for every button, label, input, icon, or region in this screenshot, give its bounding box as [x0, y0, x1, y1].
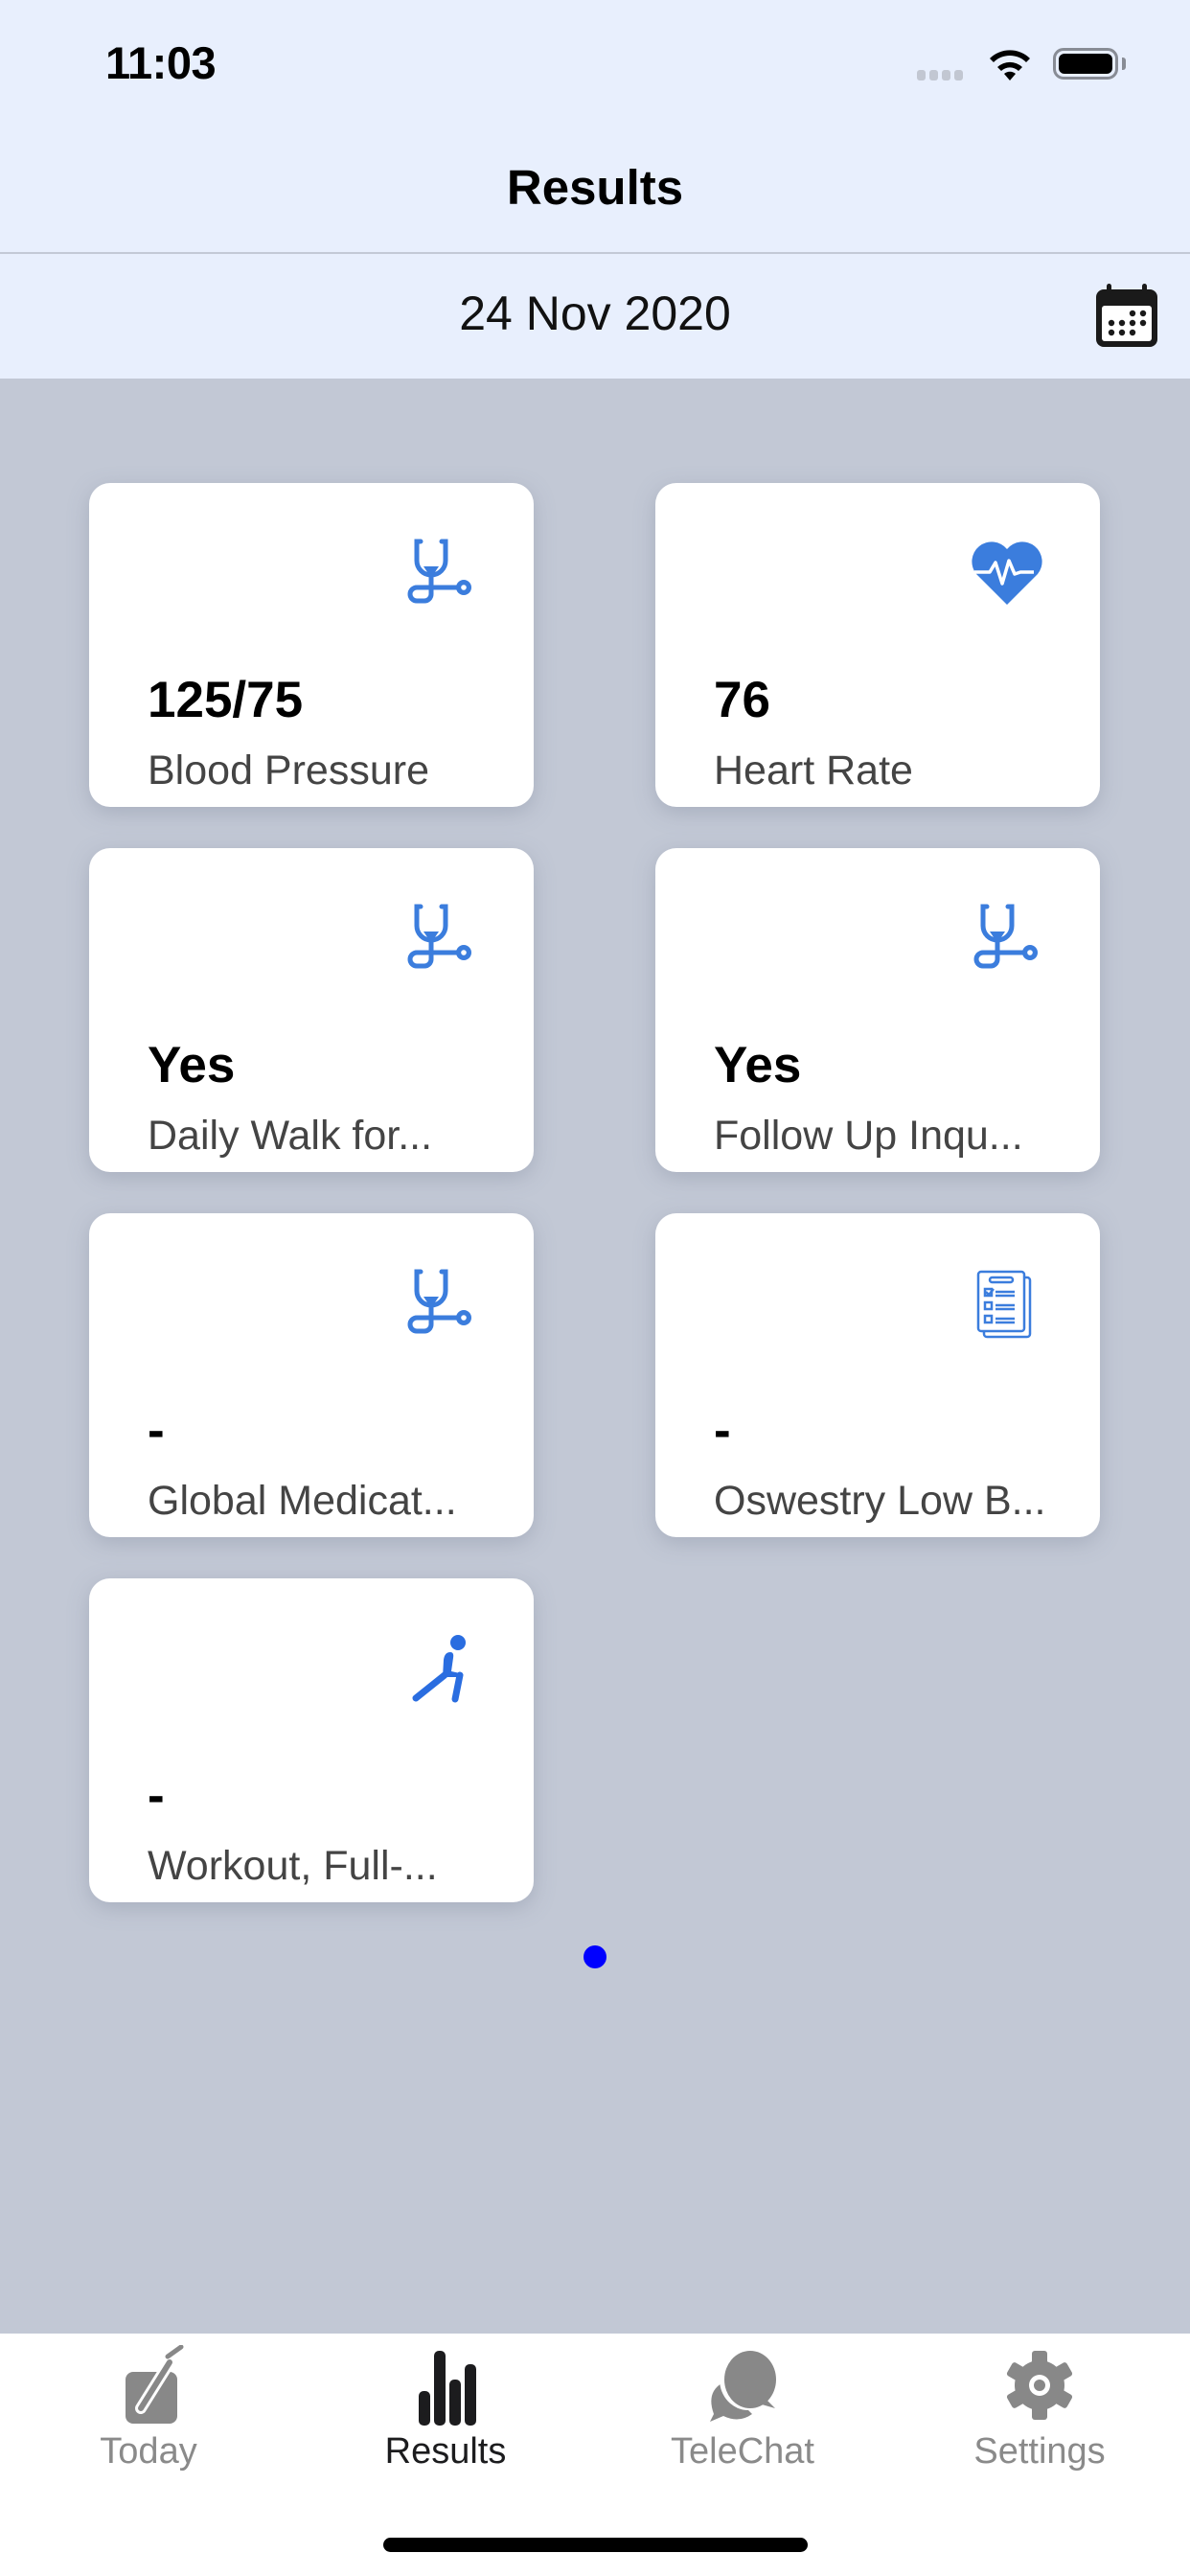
card-value: 76: [714, 672, 770, 728]
card-value: -: [714, 1402, 731, 1459]
tab-label: Today: [100, 2431, 197, 2472]
chat-bubbles-icon: [710, 2349, 777, 2422]
result-card-oswestry[interactable]: - Oswestry Low B...: [655, 1213, 1100, 1537]
card-label: Global Medicat...: [148, 1478, 457, 1524]
tab-settings[interactable]: Settings: [925, 2334, 1155, 2487]
card-label: Oswestry Low B...: [714, 1478, 1046, 1524]
status-time: 11:03: [105, 37, 217, 88]
card-value: Yes: [148, 1037, 236, 1093]
stethoscope-icon: [973, 904, 1038, 969]
result-card-blood-pressure[interactable]: 125/75 Blood Pressure: [89, 483, 534, 807]
tab-results[interactable]: Results: [331, 2334, 561, 2487]
calendar-icon[interactable]: [1092, 281, 1161, 350]
wifi-icon: [990, 50, 1030, 80]
result-card-heart-rate[interactable]: 76 Heart Rate: [655, 483, 1100, 807]
tab-label: TeleChat: [671, 2431, 814, 2472]
result-card-workout[interactable]: - Workout, Full-...: [89, 1578, 534, 1902]
date-bar: 24 Nov 2020: [0, 254, 1190, 379]
tab-today[interactable]: Today: [34, 2334, 263, 2487]
home-indicator[interactable]: [383, 2538, 808, 2552]
card-value: Yes: [714, 1037, 802, 1093]
page-title: Results: [506, 160, 684, 215]
battery-icon: [1053, 48, 1118, 80]
navigation-bar: Results: [0, 134, 1190, 254]
battery-tip: [1122, 58, 1126, 70]
card-label: Heart Rate: [714, 748, 913, 794]
checklist-icon: [976, 1270, 1032, 1339]
stethoscope-icon: [407, 1269, 471, 1334]
card-value: 125/75: [148, 672, 304, 728]
card-value: -: [148, 1402, 165, 1459]
card-label: Workout, Full-...: [148, 1843, 438, 1889]
result-card-follow-up[interactable]: Yes Follow Up Inqu...: [655, 848, 1100, 1172]
tab-label: Results: [384, 2431, 507, 2472]
result-card-daily-walk[interactable]: Yes Daily Walk for...: [89, 848, 534, 1172]
tab-telechat[interactable]: TeleChat: [628, 2334, 858, 2487]
stethoscope-icon: [407, 539, 471, 604]
stethoscope-icon: [407, 904, 471, 969]
selected-date: 24 Nov 2020: [459, 287, 731, 340]
card-value: -: [148, 1767, 165, 1824]
result-card-global-medication[interactable]: - Global Medicat...: [89, 1213, 534, 1537]
exercise-icon: [412, 1635, 466, 1703]
heart-pulse-icon: [972, 541, 1042, 605]
gear-icon: [1006, 2351, 1073, 2420]
signal-icon: [917, 70, 963, 80]
edit-icon: [126, 2345, 184, 2424]
card-label: Blood Pressure: [148, 748, 429, 794]
status-bar: 11:03: [0, 0, 1190, 134]
results-grid: 125/75 Blood Pressure 76 Heart Rate Yes …: [89, 483, 1100, 1902]
page-indicator-dot[interactable]: [584, 1945, 606, 1968]
card-label: Daily Walk for...: [148, 1113, 433, 1159]
tab-label: Settings: [973, 2431, 1106, 2472]
card-label: Follow Up Inqu...: [714, 1113, 1023, 1159]
bar-chart-icon: [419, 2351, 476, 2426]
